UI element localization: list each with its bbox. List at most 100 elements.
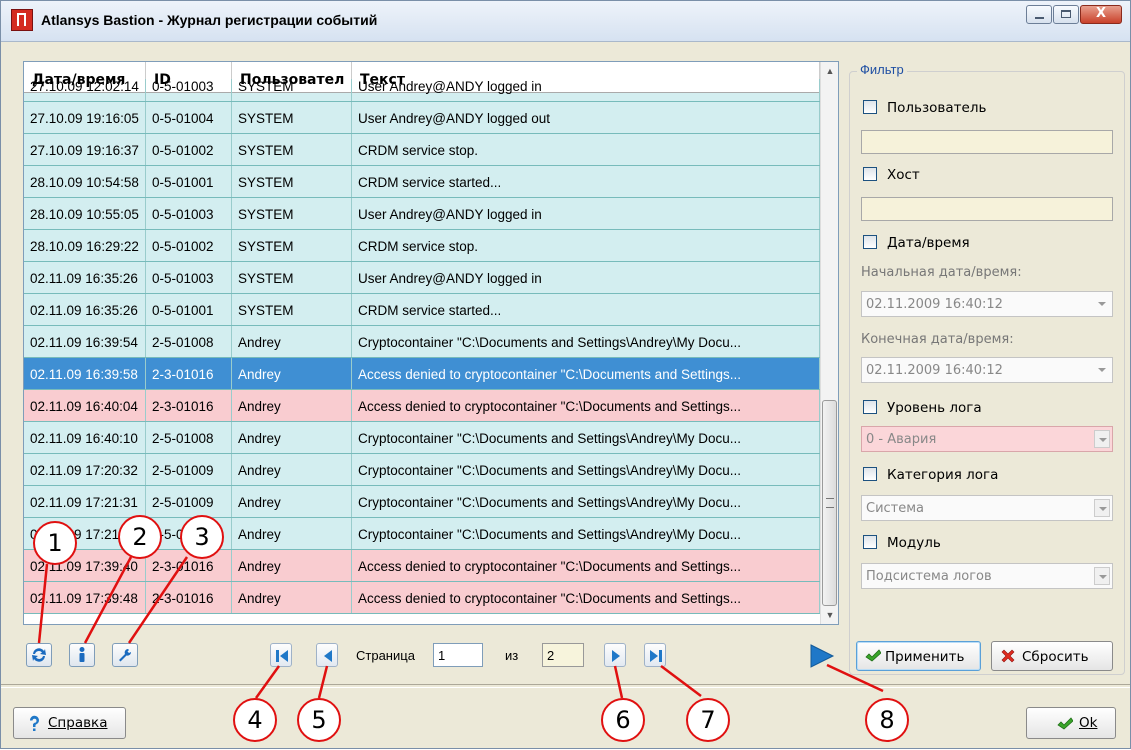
cell-id: 0-5-01004 [146,102,232,133]
table-row[interactable]: 02.11.09 16:40:10 2-5-01008 Andrey Cryptoco… [24,422,820,454]
category-filter-label: Категория лога [887,467,999,483]
window-controls: X [1025,5,1122,24]
grip-icon [826,498,834,508]
refresh-button[interactable] [26,643,52,667]
user-filter-input[interactable] [861,130,1113,154]
dropdown-arrow-icon [1094,430,1110,448]
grid-vertical-scrollbar[interactable]: ▲ ▼ [820,62,838,624]
module-filter-checkbox[interactable] [863,535,877,549]
table-row[interactable]: 02.11.09 16:39:58 2-3-01016 Andrey Access d… [24,358,820,390]
table-row[interactable]: 28.10.09 16:29:22 0-5-01002 SYSTEM CRDM ser… [24,230,820,262]
cell-text: Access denied to cryptocontainer "C:\Doc… [352,390,820,421]
end-datetime-picker[interactable]: 02.11.2009 16:40:12 [861,357,1113,383]
cross-icon [1001,649,1015,663]
cell-text: CRDM service started... [352,166,820,197]
table-row[interactable]: 27.10.09 19:16:37 0-5-01002 SYSTEM CRDM ser… [24,134,820,166]
table-row[interactable]: 02.11.09 17:20:32 2-5-01009 Andrey Cryptoco… [24,454,820,486]
table-row[interactable]: 28.10.09 10:55:05 0-5-01003 SYSTEM User And… [24,198,820,230]
ok-label: Ok [1079,715,1098,731]
table-row[interactable]: 02.11.09 17:21:31 2-5-01009 Andrey Cryptoco… [24,486,820,518]
info-button[interactable] [69,643,95,667]
table-row[interactable]: 02.11.09 16:39:54 2-5-01008 Andrey Cryptoco… [24,326,820,358]
start-datetime-value: 02.11.2009 16:40:12 [866,297,1003,312]
ok-button[interactable]: Ok [1026,707,1116,739]
prev-page-button[interactable] [316,643,338,667]
last-page-button[interactable] [644,643,666,667]
host-filter-label: Хост [887,167,920,183]
module-filter-label: Модуль [887,535,941,551]
callout-marker: 2 [118,515,162,559]
cell-user: Andrey [232,550,352,581]
page-label: Страница [356,648,415,663]
cell-datetime: 27.10.09 12:02:14 [24,79,146,101]
cell-datetime: 02.11.09 17:39:48 [24,582,146,613]
first-page-button[interactable] [270,643,292,667]
callout-marker: 3 [180,515,224,559]
end-datetime-value: 02.11.2009 16:40:12 [866,363,1003,378]
page-number-input[interactable]: 1 [433,643,483,667]
table-row[interactable]: 02.11.09 17:39:48 2-3-01016 Andrey Access d… [24,582,820,614]
apply-button[interactable]: Применить [856,641,981,671]
checkmark-icon [865,649,881,662]
cell-text: User Andrey@ANDY logged out [352,102,820,133]
cell-text: User Andrey@ANDY logged in [352,198,820,229]
cell-user: SYSTEM [232,166,352,197]
host-filter-checkbox[interactable] [863,167,877,181]
table-row[interactable]: 27.10.09 12:02:14 0-5-01003 SYSTEM User … [24,79,820,102]
cell-text: User Andrey@ANDY logged in [352,262,820,293]
help-button[interactable]: Справка [13,707,126,739]
datetime-filter-checkbox[interactable] [863,235,877,249]
title-bar: Atlansys Bastion - Журнал регистрации со… [1,1,1130,42]
cell-text: Access denied to cryptocontainer "C:\Doc… [352,358,820,389]
log-window: Atlansys Bastion - Журнал регистрации со… [0,0,1131,749]
end-datetime-label: Конечная дата/время: [861,332,1014,347]
scroll-down-icon[interactable]: ▼ [821,606,838,624]
cell-text: Cryptocontainer "C:\Documents and Settin… [352,326,820,357]
cell-user: Andrey [232,582,352,613]
cell-text: CRDM service stop. [352,230,820,261]
expand-filter-button[interactable] [807,643,837,669]
table-row[interactable]: 02.11.09 16:35:26 0-5-01001 SYSTEM CRDM ser… [24,294,820,326]
help-label: Справка [48,715,108,731]
level-filter-checkbox[interactable] [863,400,877,414]
level-value: 0 - Авария [866,432,937,447]
reset-button[interactable]: Сбросить [991,641,1113,671]
table-row[interactable]: 28.10.09 10:54:58 0-5-01001 SYSTEM CRDM ser… [24,166,820,198]
host-filter-input[interactable] [861,197,1113,221]
cell-user: Andrey [232,390,352,421]
total-pages-field: 2 [542,643,584,667]
category-select[interactable]: Система [861,495,1113,521]
cell-datetime: 02.11.09 16:40:04 [24,390,146,421]
next-page-button[interactable] [604,643,626,667]
scrollbar-thumb[interactable] [822,400,837,606]
maximize-button[interactable] [1053,5,1079,24]
cell-user: SYSTEM [232,79,352,101]
dropdown-arrow-icon [1094,567,1110,585]
user-filter-checkbox[interactable] [863,100,877,114]
window-title: Atlansys Bastion - Журнал регистрации со… [41,12,378,28]
cell-text: Access denied to cryptocontainer "C:\Doc… [352,582,820,613]
cell-datetime: 02.11.09 16:35:26 [24,262,146,293]
table-row[interactable]: 02.11.09 16:40:04 2-3-01016 Andrey Access d… [24,390,820,422]
minimize-button[interactable] [1026,5,1052,24]
module-value: Подсистема логов [866,569,992,584]
cell-user: SYSTEM [232,102,352,133]
callout-marker: 6 [601,698,645,742]
datetime-filter-label: Дата/время [887,235,970,251]
category-filter-checkbox[interactable] [863,467,877,481]
module-select[interactable]: Подсистема логов [861,563,1113,589]
cell-datetime: 02.11.09 16:39:54 [24,326,146,357]
info-icon [79,647,85,662]
table-row[interactable]: 27.10.09 19:16:05 0-5-01004 SYSTEM User And… [24,102,820,134]
settings-button[interactable] [112,643,138,667]
table-row[interactable]: 02.11.09 16:35:26 0-5-01003 SYSTEM User And… [24,262,820,294]
scroll-up-icon[interactable]: ▲ [821,62,838,80]
cell-id: 2-3-01016 [146,390,232,421]
cell-user: Andrey [232,358,352,389]
cell-datetime: 28.10.09 16:29:22 [24,230,146,261]
close-button[interactable]: X [1080,5,1122,24]
start-datetime-picker[interactable]: 02.11.2009 16:40:12 [861,291,1113,317]
play-arrow-icon [810,644,835,668]
cell-user: SYSTEM [232,134,352,165]
level-select[interactable]: 0 - Авария [861,426,1113,452]
